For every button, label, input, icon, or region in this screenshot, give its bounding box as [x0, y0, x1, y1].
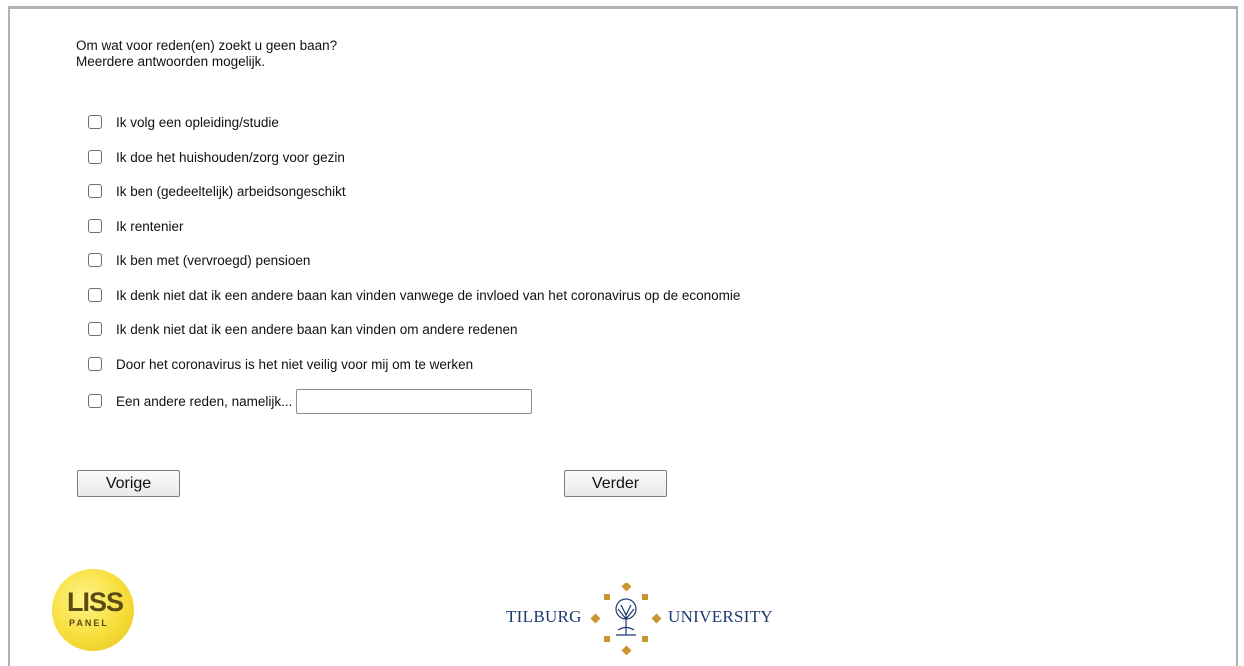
question-title: Om wat voor reden(en) zoekt u geen baan?	[76, 38, 338, 53]
survey-frame: Om wat voor reden(en) zoekt u geen baan?…	[8, 6, 1238, 666]
liss-panel-logo: LISS PANEL	[52, 569, 134, 651]
option-label: Door het coronavirus is het niet veilig …	[116, 356, 474, 372]
option-label: Ik rentenier	[116, 218, 184, 234]
option-checkbox[interactable]	[88, 150, 102, 164]
question-instruction: Meerdere antwoorden mogelijk.	[76, 54, 266, 69]
tilburg-tree-emblem-icon	[590, 583, 662, 655]
option-checkbox[interactable]	[88, 115, 102, 129]
option-label: Ik denk niet dat ik een andere baan kan …	[116, 321, 518, 337]
option-label: Ik volg een opleiding/studie	[116, 114, 279, 130]
option-label: Ik doe het huishouden/zorg voor gezin	[116, 149, 345, 165]
option-checkbox[interactable]	[88, 184, 102, 198]
option-pensioen[interactable]: Ik ben met (vervroegd) pensioen	[88, 250, 310, 270]
option-checkbox[interactable]	[88, 288, 102, 302]
option-huishouden[interactable]: Ik doe het huishouden/zorg voor gezin	[88, 147, 345, 167]
option-arbeidsongeschikt[interactable]: Ik ben (gedeeltelijk) arbeidsongeschikt	[88, 181, 346, 201]
option-checkbox[interactable]	[88, 219, 102, 233]
tilburg-logo-left: TILBURG	[506, 607, 582, 626]
option-opleiding[interactable]: Ik volg een opleiding/studie	[88, 112, 279, 132]
option-label: Ik ben met (vervroegd) pensioen	[116, 252, 311, 268]
tilburg-university-logo: TILBURG UNIVERSITY	[506, 583, 773, 655]
option-coronavirus-economie[interactable]: Ik denk niet dat ik een andere baan kan …	[88, 285, 740, 305]
option-checkbox[interactable]	[88, 253, 102, 267]
question-text: Om wat voor reden(en) zoekt u geen baan?…	[76, 38, 337, 70]
other-reason-input[interactable]	[296, 388, 533, 414]
option-checkbox[interactable]	[88, 357, 102, 371]
option-label: Ik ben (gedeeltelijk) arbeidsongeschikt	[116, 183, 346, 199]
option-checkbox[interactable]	[88, 322, 102, 336]
option-label: Ik denk niet dat ik een andere baan kan …	[116, 287, 741, 303]
next-button[interactable]: Verder	[564, 470, 667, 497]
option-andere-redenen[interactable]: Ik denk niet dat ik een andere baan kan …	[88, 319, 518, 339]
tilburg-logo-right: UNIVERSITY	[668, 607, 773, 626]
option-andere-reden[interactable]: Een andere reden, namelijk...	[88, 388, 533, 414]
option-rentenier[interactable]: Ik rentenier	[88, 216, 184, 236]
liss-logo-text: LISS	[67, 587, 124, 617]
previous-button[interactable]: Vorige	[77, 470, 180, 497]
option-niet-veilig[interactable]: Door het coronavirus is het niet veilig …	[88, 354, 473, 374]
option-checkbox[interactable]	[88, 394, 102, 408]
option-label: Een andere reden, namelijk...	[116, 393, 293, 409]
liss-logo-subtext: PANEL	[69, 618, 109, 628]
